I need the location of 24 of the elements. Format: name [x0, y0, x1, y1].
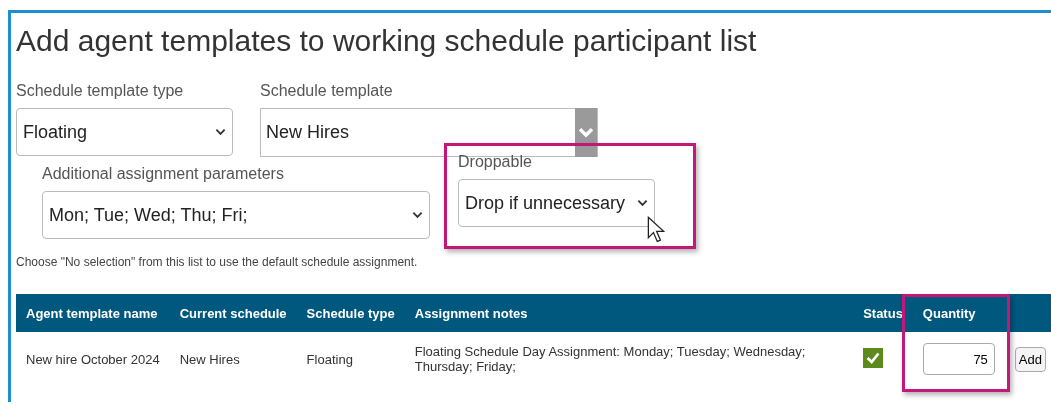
table-cell: Floating Schedule Day Assignment: Monday; Tuesday; Wednesday; Thursday; Friday;	[404, 332, 854, 386]
page-title: Add agent templates to working schedule participant list	[16, 23, 758, 59]
table-cell: New Hires	[169, 332, 297, 386]
chevron-down-icon	[578, 126, 594, 138]
quantity-field[interactable]: 75	[922, 343, 995, 375]
column-header: Agent template name	[16, 294, 170, 332]
chevron-down-icon	[412, 211, 423, 219]
dropdown[interactable]: Floating	[16, 108, 233, 156]
field-label: Schedule template type	[16, 81, 185, 101]
dropdown[interactable]: Mon; Tue; Wed; Thu; Fri;	[42, 191, 430, 239]
table-cell: Floating	[296, 332, 405, 386]
field-label: Additional assignment parameters	[42, 164, 285, 184]
chevron-down-icon	[215, 128, 226, 136]
dropdown[interactable]: Drop if unnecessary	[458, 179, 655, 227]
field-label: Schedule template	[260, 81, 394, 101]
table-cell: New hire October 2024	[16, 332, 170, 386]
column-header: Assignment notes	[404, 294, 854, 332]
hint-text: Choose "No selection" from this list to use the default schedule assignment.	[16, 255, 419, 269]
mouse-cursor-icon	[647, 216, 665, 244]
chevron-down-icon	[637, 199, 648, 207]
column-header: Current schedule	[169, 294, 297, 332]
column-header: Schedule type	[296, 294, 405, 332]
column-header: Status	[853, 294, 913, 332]
add-button[interactable]: Add	[1014, 346, 1046, 372]
